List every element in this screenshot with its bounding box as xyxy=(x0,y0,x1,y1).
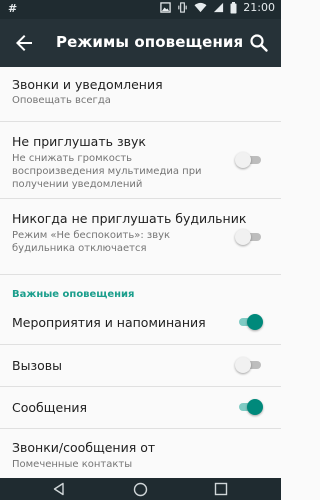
vibrate-icon xyxy=(178,2,188,13)
events-reminders-item[interactable]: Мероприятия и напоминания xyxy=(0,305,281,339)
page-title: Режимы оповещения xyxy=(56,33,244,51)
status-left-symbol: # xyxy=(8,2,18,15)
calls-notifications-title: Звонки и уведомления xyxy=(12,77,163,92)
never-mute-alarm-subtitle-line: будильника отключается xyxy=(12,243,147,254)
calls-title: Вызовы xyxy=(12,358,62,373)
battery-icon xyxy=(230,1,237,13)
signal-icon xyxy=(214,2,224,13)
calls-toggle[interactable] xyxy=(235,356,263,374)
calls-notifications-item[interactable]: Звонки и уведомления Оповещать всегда xyxy=(0,67,281,112)
calls-messages-from-title: Звонки/сообщения от xyxy=(12,440,156,455)
dnd-sound-subtitle: Не снижать громкость воспроизведения мул… xyxy=(12,152,212,191)
never-mute-alarm-subtitle-line: Режим «Не беспокоить»: звук xyxy=(12,230,171,241)
messages-item[interactable]: Сообщения xyxy=(0,388,281,428)
divider xyxy=(0,344,281,345)
calls-item[interactable]: Вызовы xyxy=(0,346,281,386)
dnd-sound-title: Не приглушать звук xyxy=(12,134,146,149)
toggle-thumb xyxy=(235,357,251,373)
app-bar: Режимы оповещения xyxy=(0,19,281,67)
status-time: 21:00 xyxy=(243,1,275,14)
never-mute-alarm-title: Никогда не приглушать будильник xyxy=(12,211,247,226)
status-icons: 21:00 xyxy=(160,1,275,14)
toggle-thumb xyxy=(235,229,251,245)
divider xyxy=(0,386,281,387)
recents-square-icon[interactable] xyxy=(214,482,228,496)
divider xyxy=(0,428,281,429)
messages-title: Сообщения xyxy=(12,400,88,415)
toggle-thumb xyxy=(247,314,263,330)
dnd-sound-item[interactable]: Не приглушать звук Не снижать громкость … xyxy=(0,122,281,197)
navigation-bar xyxy=(0,478,281,500)
events-reminders-title: Мероприятия и напоминания xyxy=(12,315,206,330)
calls-messages-from-item[interactable]: Звонки/сообщения от Помеченные контакты xyxy=(0,430,281,478)
toggle-thumb xyxy=(247,399,263,415)
never-mute-alarm-item[interactable]: Никогда не приглушать будильник Режим «Н… xyxy=(0,199,281,268)
toggle-thumb xyxy=(235,152,251,168)
messages-toggle[interactable] xyxy=(235,398,263,416)
dnd-sound-toggle[interactable] xyxy=(235,151,263,169)
status-bar: # 21:00 xyxy=(0,0,281,19)
settings-list: Звонки и уведомления Оповещать всегда Не… xyxy=(0,67,281,478)
divider xyxy=(0,274,281,275)
never-mute-alarm-subtitle: Режим «Не беспокоить»: звук будильника о… xyxy=(12,229,212,255)
calls-messages-from-subtitle: Помеченные контакты xyxy=(12,459,133,470)
calls-notifications-subtitle: Оповещать всегда xyxy=(12,95,111,106)
wifi-icon xyxy=(194,2,207,13)
search-icon[interactable] xyxy=(247,31,271,55)
never-mute-alarm-toggle[interactable] xyxy=(235,228,263,246)
important-section-header: Важные оповещения xyxy=(12,289,135,300)
image-icon xyxy=(160,2,172,13)
dnd-sound-subtitle-line: Не снижать громкость xyxy=(12,153,133,164)
dnd-sound-subtitle-line: получении уведомлений xyxy=(12,179,143,190)
home-circle-icon[interactable] xyxy=(133,482,148,497)
dnd-sound-subtitle-line: воспроизведения мультимедиа при xyxy=(12,166,202,177)
events-reminders-toggle[interactable] xyxy=(235,313,263,331)
back-triangle-icon[interactable] xyxy=(52,482,66,496)
arrow-back-icon[interactable] xyxy=(12,31,36,55)
